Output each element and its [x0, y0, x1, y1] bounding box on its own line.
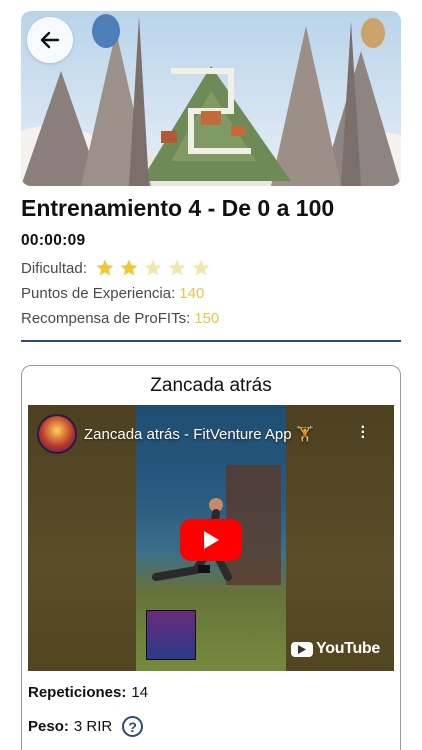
- star-icon: [144, 259, 162, 276]
- question-circle-icon[interactable]: ?: [122, 716, 144, 737]
- brand-logo-thumbnail: [146, 610, 196, 660]
- arrow-left-icon: [40, 31, 60, 49]
- hero-image: [21, 11, 401, 186]
- star-icon: [96, 259, 114, 276]
- reward-value: 150: [194, 310, 220, 327]
- reward-row: Recompensa de ProFITs: 150: [21, 310, 219, 327]
- workout-timer: 00:00:09: [21, 232, 86, 249]
- back-button[interactable]: [27, 17, 73, 63]
- weight-row: Peso: 3 RIR ?: [28, 716, 144, 737]
- youtube-logo[interactable]: YouTube: [291, 640, 380, 658]
- youtube-wordmark: YouTube: [316, 640, 380, 657]
- exercise-video-player[interactable]: Zancada atrás - FitVenture App 🏋 · · · You…: [28, 405, 394, 671]
- weight-label: Peso:: [28, 718, 69, 735]
- fantasy-city-illustration: [21, 11, 401, 186]
- xp-value: 140: [179, 285, 205, 302]
- star-icon: [120, 259, 138, 276]
- reward-label: Recompensa de ProFITs:: [21, 310, 191, 327]
- youtube-icon: [291, 641, 314, 657]
- difficulty-stars: [95, 258, 211, 278]
- reps-label: Repeticiones:: [28, 684, 127, 701]
- star-icon: [168, 259, 186, 276]
- xp-label: Puntos de Experiencia:: [21, 285, 176, 302]
- difficulty-label: Dificultad:: [21, 259, 87, 277]
- workout-title: Entrenamiento 4 - De 0 a 100: [21, 195, 335, 221]
- reps-value: 14: [131, 684, 149, 701]
- section-divider: [21, 340, 401, 342]
- more-vertical-icon[interactable]: · · ·: [361, 420, 366, 446]
- xp-row: Puntos de Experiencia: 140: [21, 285, 204, 302]
- difficulty-row: Dificultad:: [21, 258, 211, 278]
- weight-value: 3 RIR: [73, 718, 113, 735]
- exercise-name: Zancada atrás: [150, 375, 272, 396]
- star-icon: [192, 259, 210, 276]
- video-title[interactable]: Zancada atrás - FitVenture App 🏋: [84, 425, 314, 443]
- play-icon: [204, 531, 219, 549]
- channel-avatar[interactable]: [37, 414, 77, 454]
- play-button[interactable]: [180, 519, 242, 561]
- reps-row: Repeticiones: 14: [28, 684, 148, 701]
